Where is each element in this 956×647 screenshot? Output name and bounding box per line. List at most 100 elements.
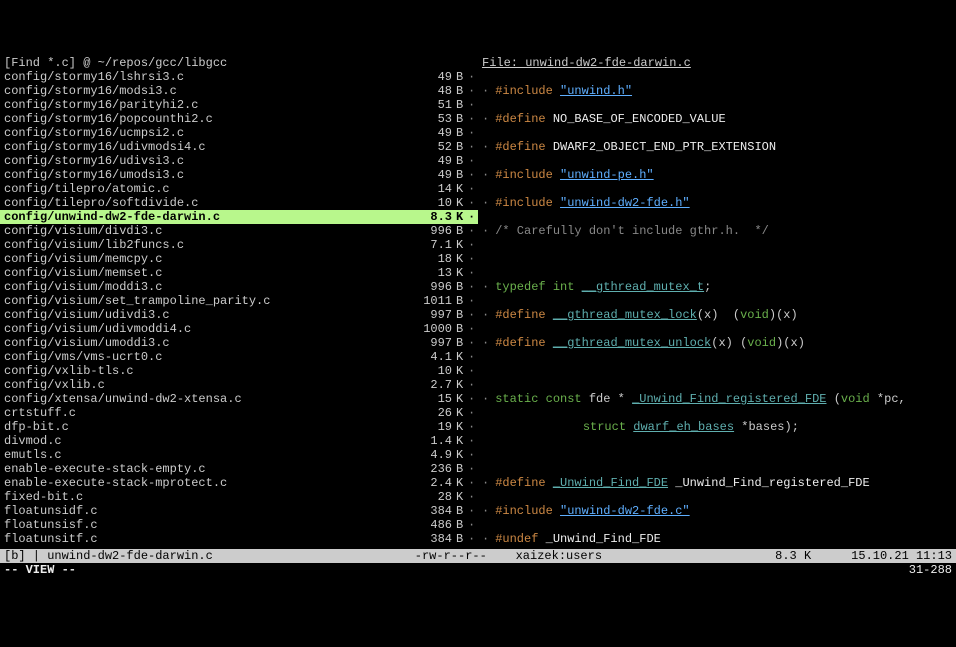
file-row[interactable]: config/vxlib.c2.7K· [0, 378, 478, 392]
file-row[interactable]: config/stormy16/udivsi3.c49B· [0, 154, 478, 168]
file-name: floatunsitf.c [4, 532, 412, 546]
file-row[interactable]: config/stormy16/ucmpsi2.c49B· [0, 126, 478, 140]
file-size: 2.7 [412, 378, 456, 392]
file-row[interactable]: config/vxlib-tls.c10K· [0, 364, 478, 378]
file-unit: B [456, 140, 466, 154]
file-unit: K [456, 364, 466, 378]
file-row[interactable]: floatunsisf.c486B· [0, 518, 478, 532]
file-unit: B [456, 154, 466, 168]
file-row[interactable]: config/stormy16/modsi3.c48B· [0, 84, 478, 98]
file-marker: · [466, 140, 478, 154]
file-size: 52 [412, 140, 456, 154]
file-size: 49 [412, 168, 456, 182]
file-size: 49 [412, 70, 456, 84]
file-row[interactable]: enable-execute-stack-empty.c236B· [0, 462, 478, 476]
file-name: config/vms/vms-ucrt0.c [4, 350, 412, 364]
file-name: config/visium/moddi3.c [4, 280, 412, 294]
command-line[interactable]: -- VIEW -- 31-288 [0, 563, 956, 577]
header: [Find *.c] @ ~/repos/gcc/libgcc File: un… [0, 56, 956, 70]
file-name: floatunsisf.c [4, 518, 412, 532]
file-size: 49 [412, 154, 456, 168]
file-unit: K [456, 196, 466, 210]
file-size: 18 [412, 252, 456, 266]
file-row[interactable]: config/stormy16/popcounthi2.c53B· [0, 112, 478, 126]
file-row[interactable]: divmod.c1.4K· [0, 434, 478, 448]
file-row[interactable]: emutls.c4.9K· [0, 448, 478, 462]
file-name: crtstuff.c [4, 406, 412, 420]
file-marker: · [466, 504, 478, 518]
file-size: 997 [412, 308, 456, 322]
file-row[interactable]: config/visium/memset.c13K· [0, 266, 478, 280]
file-unit: K [456, 392, 466, 406]
file-size: 51 [412, 98, 456, 112]
file-name: config/stormy16/parityhi2.c [4, 98, 412, 112]
file-row[interactable]: floatunsidf.c384B· [0, 504, 478, 518]
file-name: config/stormy16/lshrsi3.c [4, 70, 412, 84]
file-row[interactable]: dfp-bit.c19K· [0, 420, 478, 434]
file-row[interactable]: config/visium/moddi3.c996B· [0, 280, 478, 294]
file-name: config/visium/umoddi3.c [4, 336, 412, 350]
status-owner: xaizek:users [516, 549, 602, 563]
file-row[interactable]: config/visium/umoddi3.c997B· [0, 336, 478, 350]
file-marker: · [466, 308, 478, 322]
file-row[interactable]: config/tilepro/atomic.c14K· [0, 182, 478, 196]
file-size: 2.4 [412, 476, 456, 490]
file-row[interactable]: config/visium/divdi3.c996B· [0, 224, 478, 238]
file-row[interactable]: config/xtensa/unwind-dw2-xtensa.c15K· [0, 392, 478, 406]
file-unit: K [456, 406, 466, 420]
file-name: floatunsidf.c [4, 504, 412, 518]
file-row[interactable]: config/visium/udivdi3.c997B· [0, 308, 478, 322]
file-size: 1.4 [412, 434, 456, 448]
file-row[interactable]: fixed-bit.c28K· [0, 490, 478, 504]
file-row[interactable]: config/stormy16/parityhi2.c51B· [0, 98, 478, 112]
file-marker: · [466, 364, 478, 378]
file-name: divmod.c [4, 434, 412, 448]
file-size: 15 [412, 392, 456, 406]
file-row[interactable]: config/visium/set_trampoline_parity.c101… [0, 294, 478, 308]
file-unit: B [456, 462, 466, 476]
preview-pane[interactable]: ·#include "unwind.h" ·#define NO_BASE_OF… [478, 70, 956, 549]
file-unit: B [456, 168, 466, 182]
file-unit: K [456, 420, 466, 434]
file-unit: B [456, 84, 466, 98]
file-size: 10 [412, 364, 456, 378]
file-row[interactable]: config/stormy16/udivmodsi4.c52B· [0, 140, 478, 154]
file-row[interactable]: config/tilepro/softdivide.c10K· [0, 196, 478, 210]
file-row[interactable]: enable-execute-stack-mprotect.c2.4K· [0, 476, 478, 490]
file-name: enable-execute-stack-mprotect.c [4, 476, 412, 490]
file-row[interactable]: config/stormy16/umodsi3.c49B· [0, 168, 478, 182]
file-marker: · [466, 462, 478, 476]
file-size: 53 [412, 112, 456, 126]
file-row[interactable]: config/visium/memcpy.c18K· [0, 252, 478, 266]
file-size: 28 [412, 490, 456, 504]
header-right: File: unwind-dw2-fde-darwin.c [478, 56, 956, 70]
file-size: 997 [412, 336, 456, 350]
file-marker: · [466, 490, 478, 504]
file-marker: · [466, 448, 478, 462]
file-row[interactable]: config/visium/lib2funcs.c7.1K· [0, 238, 478, 252]
file-row[interactable]: config/unwind-dw2-fde-darwin.c8.3K· [0, 210, 478, 224]
file-row[interactable]: floatunsitf.c384B· [0, 532, 478, 546]
file-row[interactable]: config/visium/udivmoddi4.c1000B· [0, 322, 478, 336]
file-unit: B [456, 532, 466, 546]
file-name: config/stormy16/popcounthi2.c [4, 112, 412, 126]
file-size: 236 [412, 462, 456, 476]
file-row[interactable]: config/vms/vms-ucrt0.c4.1K· [0, 350, 478, 364]
file-unit: K [456, 448, 466, 462]
file-unit: K [456, 182, 466, 196]
file-marker: · [466, 294, 478, 308]
file-marker: · [466, 434, 478, 448]
file-size: 19 [412, 420, 456, 434]
file-list-pane[interactable]: config/stormy16/lshrsi3.c49B·config/stor… [0, 70, 478, 549]
file-size: 10 [412, 196, 456, 210]
file-name: config/visium/divdi3.c [4, 224, 412, 238]
file-row[interactable]: config/stormy16/lshrsi3.c49B· [0, 70, 478, 84]
file-name: dfp-bit.c [4, 420, 412, 434]
file-unit: K [456, 476, 466, 490]
file-size: 1000 [412, 322, 456, 336]
file-size: 384 [412, 532, 456, 546]
file-name: enable-execute-stack-empty.c [4, 462, 412, 476]
file-row[interactable]: crtstuff.c26K· [0, 406, 478, 420]
file-size: 49 [412, 126, 456, 140]
file-marker: · [466, 84, 478, 98]
